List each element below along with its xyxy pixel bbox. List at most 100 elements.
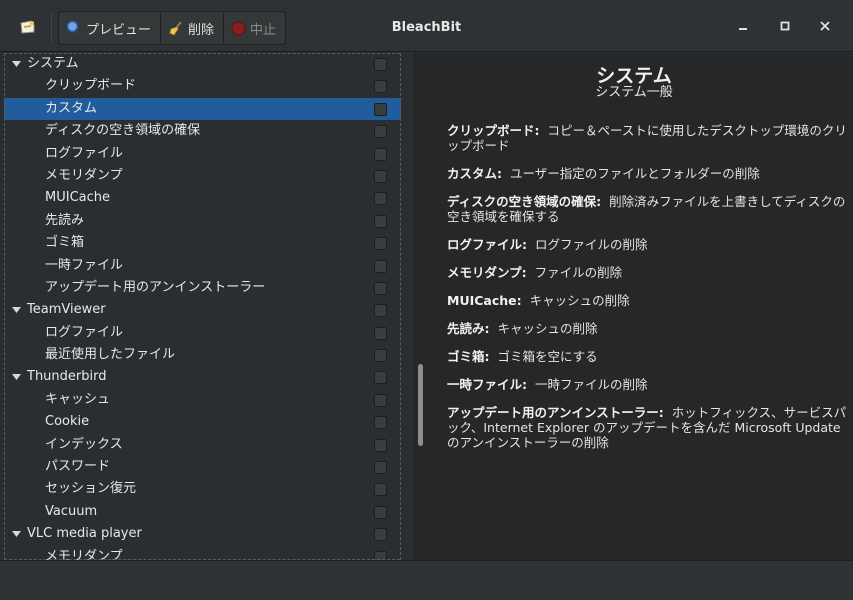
tree-row-checkbox[interactable] bbox=[374, 259, 387, 273]
tree-item-row[interactable]: メモリダンプ bbox=[4, 165, 401, 187]
preview-button[interactable]: プレビュー bbox=[59, 12, 162, 44]
tree-row-checkbox[interactable] bbox=[374, 237, 387, 251]
status-bar bbox=[0, 560, 853, 600]
tree-row-label: ゴミ箱 bbox=[45, 235, 85, 251]
expander-arrow-icon[interactable] bbox=[10, 299, 22, 321]
tree-item-row[interactable]: ゴミ箱 bbox=[4, 232, 401, 254]
tree-row-label: ログファイル bbox=[45, 324, 124, 340]
tree-row-label: 先読み bbox=[45, 212, 85, 228]
tree-item-row[interactable]: MUICache bbox=[4, 187, 401, 209]
tree-item-row[interactable]: 一時ファイル bbox=[4, 255, 401, 277]
tree-row-label: ディスクの空き領域の確保 bbox=[45, 123, 201, 139]
description-list: クリップボード: コピー＆ペーストに使用したデスクトップ環境のクリップボード カス… bbox=[447, 123, 849, 463]
close-icon bbox=[820, 21, 830, 31]
header-bar: プレビュー 削除 中止 BleachBit bbox=[0, 0, 853, 52]
close-button[interactable] bbox=[815, 16, 835, 36]
description-entry: ゴミ箱: ゴミ箱を空にする bbox=[447, 349, 849, 364]
tree-row-label: クリップボード bbox=[45, 78, 137, 94]
clean-button[interactable]: 削除 bbox=[161, 12, 225, 44]
tree-row-label: Thunderbird bbox=[27, 369, 107, 385]
expander-arrow-icon[interactable] bbox=[10, 523, 22, 545]
description-entry-key: クリップボード: bbox=[447, 123, 540, 138]
tree-item-row[interactable]: カスタム bbox=[4, 97, 401, 121]
description-entry: ログファイル: ログファイルの削除 bbox=[447, 237, 849, 252]
tree-row-checkbox[interactable] bbox=[374, 125, 387, 139]
description-scrollbar-thumb[interactable] bbox=[418, 364, 423, 446]
description-entry-key: アップデート用のアンインストーラー: bbox=[447, 405, 664, 420]
tree-row-checkbox[interactable] bbox=[374, 304, 387, 318]
description-entry-key: ゴミ箱: bbox=[447, 349, 490, 364]
description-pane: システム システム一般 クリップボード: コピー＆ペーストに使用したデスクトップ… bbox=[415, 53, 853, 560]
minimize-icon bbox=[739, 28, 747, 30]
description-entry: カスタム: ユーザー指定のファイルとフォルダーの削除 bbox=[447, 166, 849, 181]
tree-row-checkbox[interactable] bbox=[374, 58, 387, 71]
tree-row-label: MUICache bbox=[45, 190, 110, 206]
tree-row-checkbox[interactable] bbox=[374, 349, 387, 363]
preview-label: プレビュー bbox=[86, 22, 152, 38]
tree-row-checkbox[interactable] bbox=[374, 326, 387, 340]
tree-row-checkbox[interactable] bbox=[374, 393, 387, 407]
tree-item-row[interactable]: アップデート用のアンインストーラー bbox=[4, 277, 401, 299]
description-entry-key: MUICache: bbox=[447, 293, 522, 308]
description-entry-text: ファイルの削除 bbox=[534, 265, 623, 280]
description-subtitle: システム一般 bbox=[595, 85, 673, 100]
stop-label: 中止 bbox=[250, 22, 277, 38]
tree-row-checkbox[interactable] bbox=[374, 505, 387, 519]
description-entry: アップデート用のアンインストーラー: ホットフィックス、サービスパック、Inte… bbox=[447, 405, 849, 450]
tree-group-row[interactable]: システム bbox=[4, 53, 401, 75]
tree-group-row[interactable]: Thunderbird bbox=[4, 366, 401, 388]
expander-arrow-icon[interactable] bbox=[10, 366, 22, 388]
description-entry-key: メモリダンプ: bbox=[447, 265, 527, 280]
tree-row-checkbox[interactable] bbox=[374, 80, 387, 94]
tree-row-label: インデックス bbox=[45, 436, 123, 452]
tree-item-row[interactable]: ログファイル bbox=[4, 143, 401, 165]
tree-item-row[interactable]: パスワード bbox=[4, 456, 401, 478]
tree-item-row[interactable]: 最近使用したファイル bbox=[4, 344, 401, 366]
tree-item-row[interactable]: Cookie bbox=[4, 411, 401, 433]
tree-row-checkbox[interactable] bbox=[374, 192, 387, 206]
description-entry-text: ログファイルの削除 bbox=[534, 237, 648, 252]
tree-row-checkbox[interactable] bbox=[374, 169, 387, 183]
app-menu-button[interactable] bbox=[9, 11, 47, 43]
tree-item-row[interactable]: メモリダンプ bbox=[4, 546, 401, 560]
clean-label: 削除 bbox=[188, 22, 215, 38]
tree-row-checkbox[interactable] bbox=[374, 371, 387, 385]
tree-group-row[interactable]: VLC media player bbox=[4, 523, 401, 545]
tree-row-label: 最近使用したファイル bbox=[45, 347, 176, 363]
tree-row-label: セッション復元 bbox=[45, 481, 137, 497]
tree-row-label: メモリダンプ bbox=[45, 548, 123, 560]
tree-row-checkbox[interactable] bbox=[374, 438, 387, 452]
tree-row-checkbox[interactable] bbox=[374, 461, 387, 475]
tree-group-row[interactable]: TeamViewer bbox=[4, 299, 401, 321]
tree-row-checkbox[interactable] bbox=[374, 214, 387, 228]
description-entry-key: ディスクの空き領域の確保: bbox=[447, 194, 602, 209]
tree-item-row[interactable]: セッション復元 bbox=[4, 478, 401, 500]
tree-row-label: VLC media player bbox=[27, 526, 142, 542]
tree-item-row[interactable]: クリップボード bbox=[4, 75, 401, 97]
tree-item-row[interactable]: Vacuum bbox=[4, 501, 401, 523]
minimize-button[interactable] bbox=[733, 16, 753, 36]
tree-item-row[interactable]: キャッシュ bbox=[4, 389, 401, 411]
tree-row-checkbox[interactable] bbox=[374, 102, 387, 116]
main-toolbar: プレビュー 削除 中止 bbox=[58, 11, 287, 45]
broom-icon bbox=[169, 21, 182, 36]
tree-row-checkbox[interactable] bbox=[374, 528, 387, 542]
stop-button[interactable]: 中止 bbox=[224, 12, 285, 44]
tree-row-checkbox[interactable] bbox=[374, 147, 387, 161]
tree-row-checkbox[interactable] bbox=[374, 416, 387, 430]
description-entry: 一時ファイル: 一時ファイルの削除 bbox=[447, 377, 849, 392]
expander-arrow-icon[interactable] bbox=[10, 53, 22, 75]
tree-item-row[interactable]: 先読み bbox=[4, 210, 401, 232]
description-entry-text: キャッシュの削除 bbox=[497, 321, 598, 336]
tree-item-row[interactable]: インデックス bbox=[4, 434, 401, 456]
tree-item-row[interactable]: ログファイル bbox=[4, 322, 401, 344]
tree-item-row[interactable]: ディスクの空き領域の確保 bbox=[4, 120, 401, 142]
tree-row-checkbox[interactable] bbox=[374, 281, 387, 295]
toolbar-separator bbox=[51, 12, 52, 42]
tree-row-label: カスタム bbox=[45, 100, 98, 116]
tree-row-checkbox[interactable] bbox=[374, 483, 387, 497]
maximize-button[interactable] bbox=[775, 16, 795, 36]
tree-focus-border-top bbox=[4, 53, 400, 54]
tree-scrollbar-track[interactable] bbox=[402, 53, 414, 560]
description-entry-key: 一時ファイル: bbox=[447, 377, 527, 392]
